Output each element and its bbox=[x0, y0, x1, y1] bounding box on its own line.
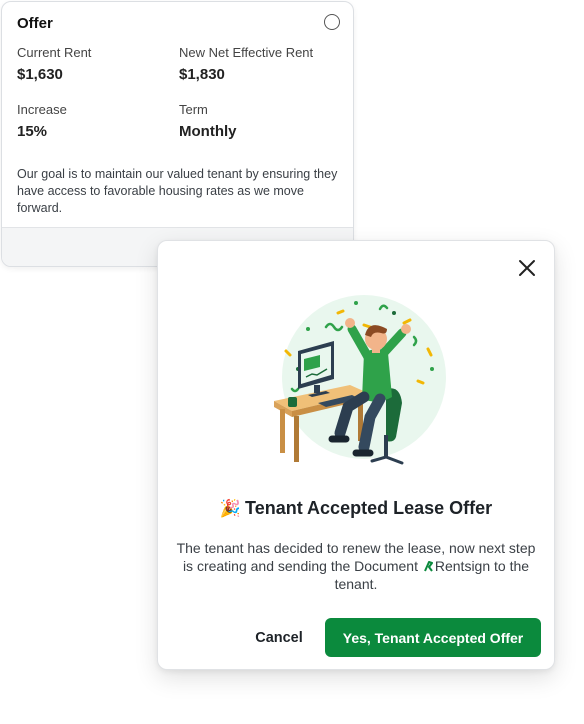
current-rent-label: Current Rent bbox=[17, 45, 92, 60]
modal-title-text: Tenant Accepted Lease Offer bbox=[245, 498, 493, 518]
rentsign-brand-name: Rentsign bbox=[434, 558, 491, 574]
offer-description: Our goal is to maintain our valued tenan… bbox=[17, 167, 338, 215]
term-label: Term bbox=[179, 102, 208, 117]
rentsign-logo-icon bbox=[423, 561, 433, 572]
accepted-offer-modal: 🎉 Tenant Accepted Lease Offer The tenant … bbox=[157, 240, 555, 670]
close-icon[interactable] bbox=[517, 258, 537, 278]
new-rent-label: New Net Effective Rent bbox=[179, 45, 314, 60]
confirm-accepted-offer-button[interactable]: Yes, Tenant Accepted Offer bbox=[325, 618, 541, 657]
offer-select-radio[interactable] bbox=[324, 14, 340, 30]
celebration-illustration bbox=[274, 295, 446, 465]
current-rent-value: $1,630 bbox=[17, 66, 63, 83]
increase-value: 15% bbox=[17, 123, 48, 140]
increase-label: Increase bbox=[17, 102, 67, 117]
cancel-button[interactable]: Cancel bbox=[248, 619, 310, 657]
modal-body: The tenant has decided to renew the leas… bbox=[174, 539, 538, 593]
new-rent-value: $1,830 bbox=[179, 66, 225, 83]
offer-title: Offer bbox=[17, 15, 53, 32]
offer-card: Offer Current Rent $1,630 New Net Effect… bbox=[1, 1, 354, 267]
party-popper-icon: 🎉 bbox=[219, 499, 242, 518]
rentsign-brand: Rentsign bbox=[422, 558, 490, 574]
term-value: Monthly bbox=[179, 123, 237, 140]
modal-title: 🎉 Tenant Accepted Lease Offer bbox=[158, 498, 554, 519]
